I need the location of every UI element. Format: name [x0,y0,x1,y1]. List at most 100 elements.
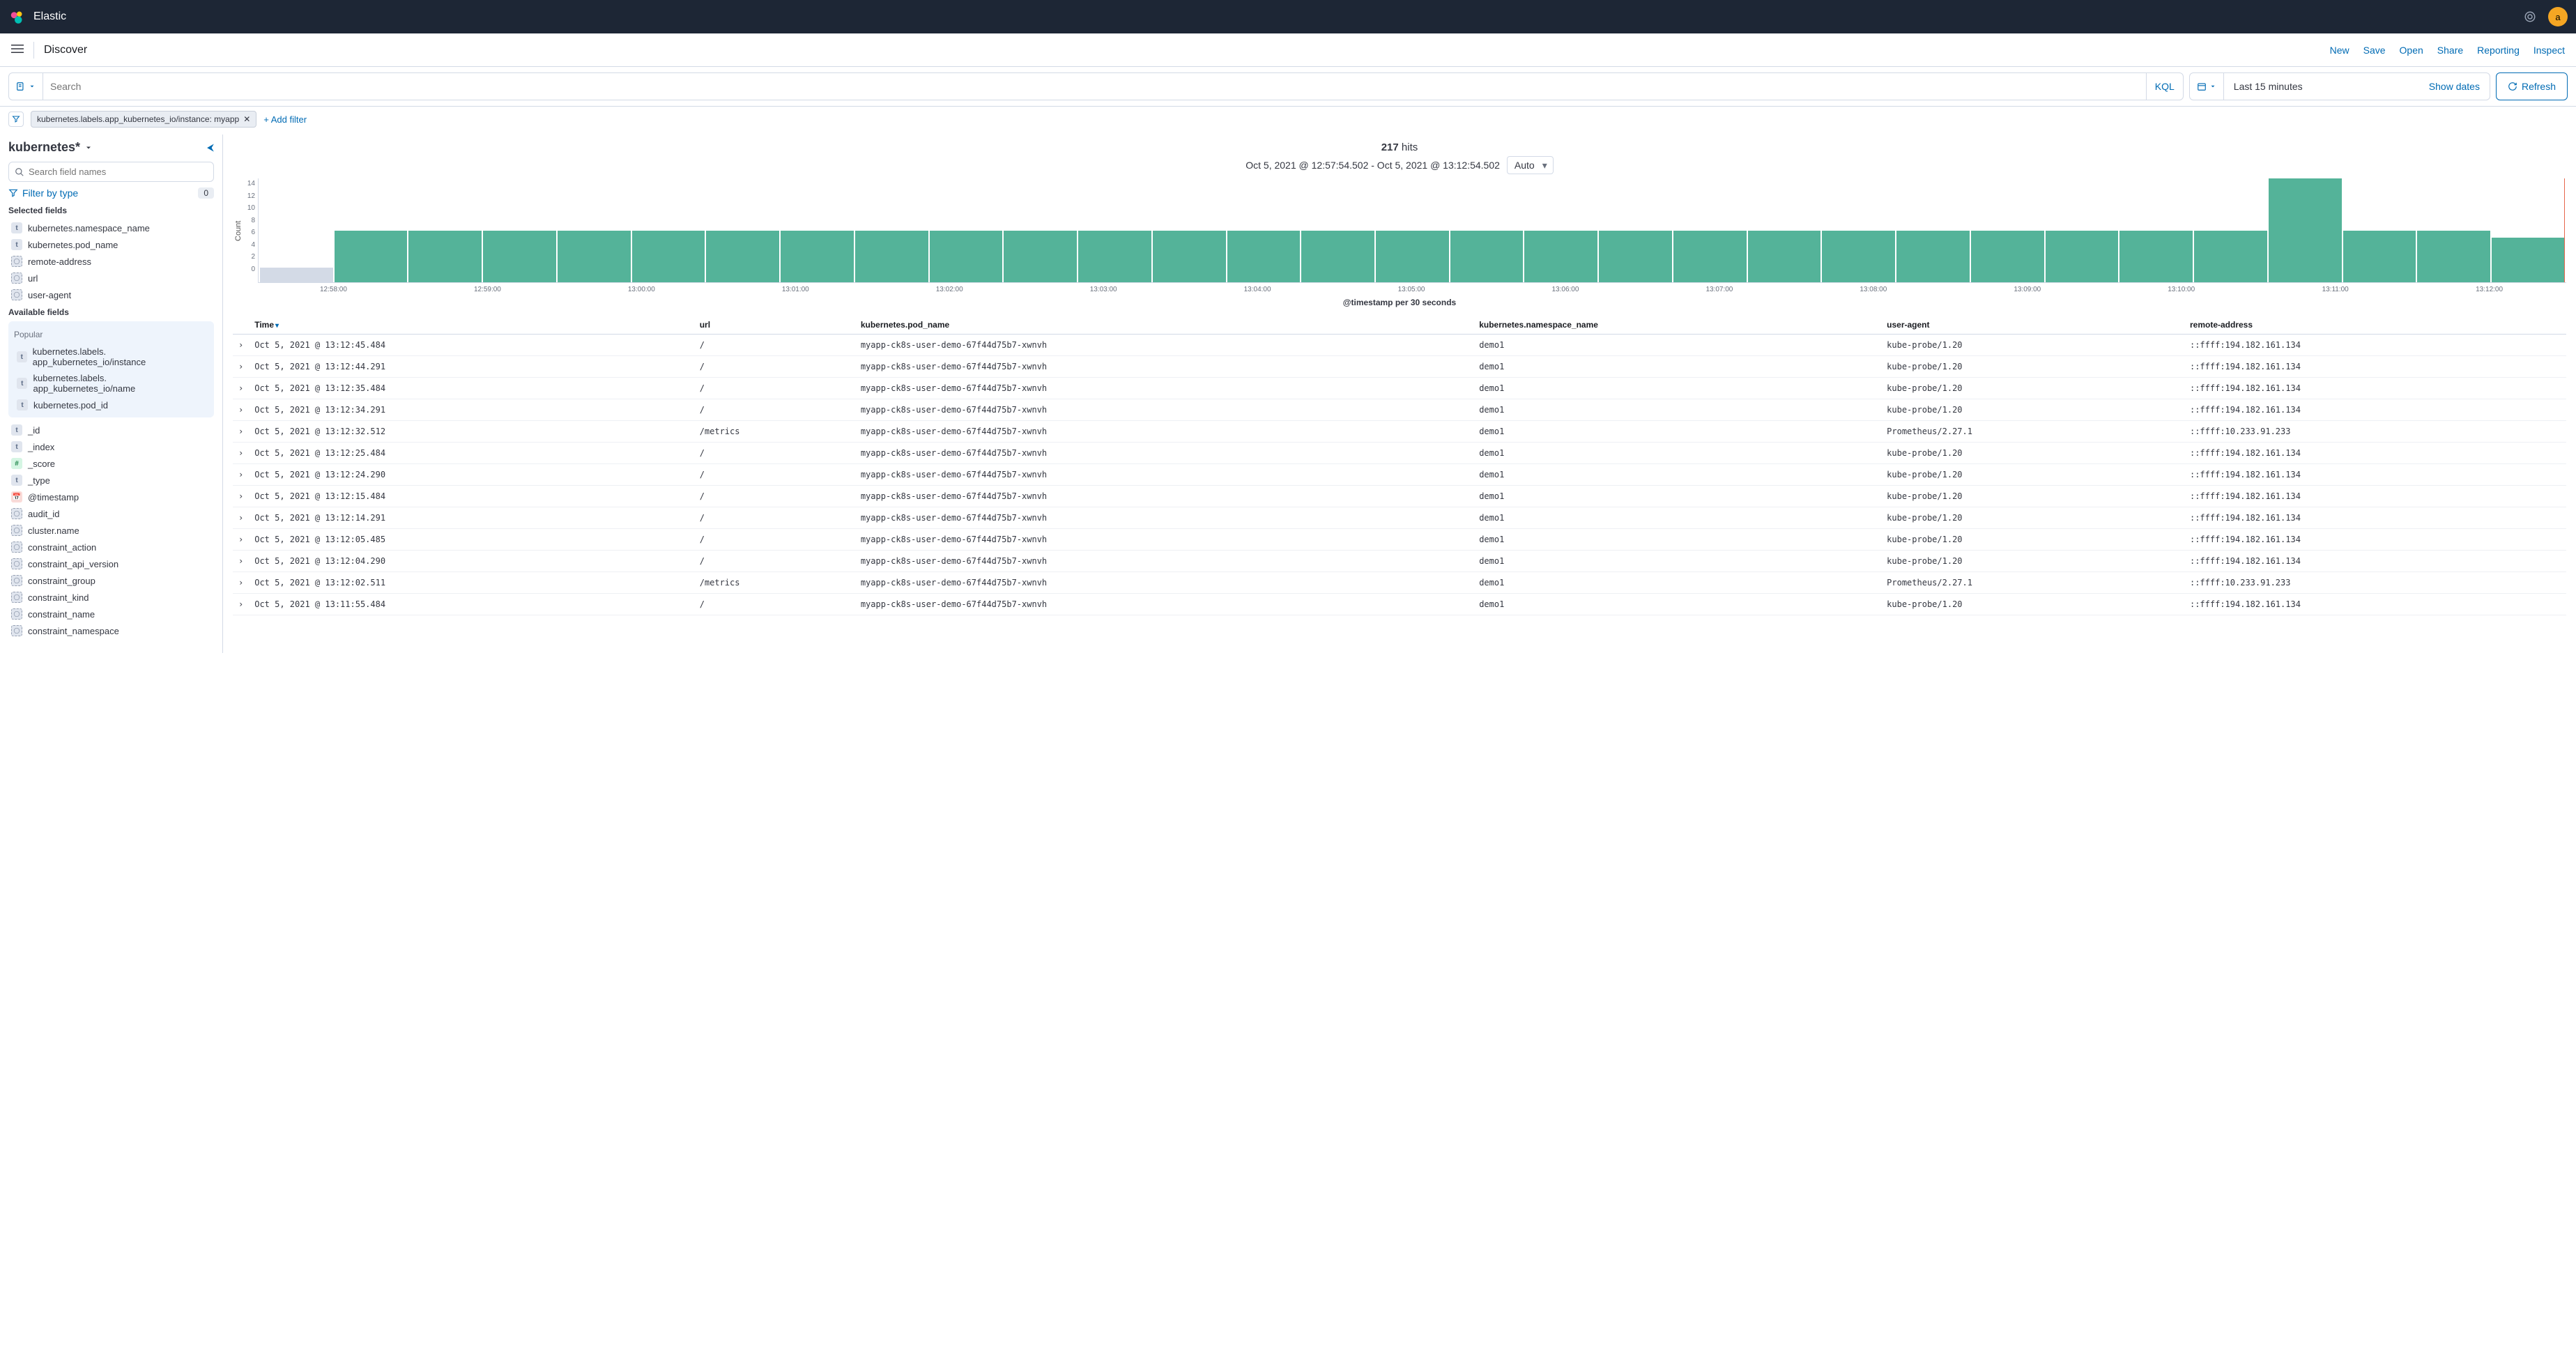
field-search-input[interactable] [29,167,208,177]
topnav-open[interactable]: Open [2400,45,2423,56]
histogram-bar[interactable] [558,231,631,283]
add-filter-button[interactable]: + Add filter [263,114,307,125]
expand-row-icon[interactable]: › [233,572,249,594]
help-icon[interactable] [2519,6,2541,28]
expand-row-icon[interactable]: › [233,399,249,421]
index-pattern-switcher[interactable]: kubernetes* [8,140,93,155]
table-row[interactable]: ›Oct 5, 2021 @ 13:12:24.290/myapp-ck8s-u… [233,464,2566,486]
interval-select[interactable]: Auto [1507,156,1554,174]
refresh-button[interactable]: Refresh [2496,72,2568,100]
date-range-label[interactable]: Last 15 minutes [2224,73,2419,100]
field-item[interactable]: constraint_api_version [8,555,214,572]
histogram-bar[interactable] [632,231,705,283]
histogram-chart[interactable]: Count 14121086420 [233,178,2566,283]
topnav-save[interactable]: Save [2363,45,2386,56]
date-quick-select-button[interactable] [2190,73,2224,100]
expand-row-icon[interactable]: › [233,486,249,507]
field-item[interactable]: audit_id [8,505,214,522]
histogram-bar[interactable] [2343,231,2416,283]
expand-row-icon[interactable]: › [233,464,249,486]
saved-query-button[interactable] [9,73,43,100]
histogram-bar[interactable] [1376,231,1449,283]
column-header[interactable]: kubernetes.pod_name [855,316,1473,335]
table-row[interactable]: ›Oct 5, 2021 @ 13:12:32.512/metricsmyapp… [233,421,2566,443]
field-item[interactable]: tkubernetes.pod_name [8,236,214,253]
field-item[interactable]: remote-address [8,253,214,270]
histogram-bar[interactable] [2269,178,2342,282]
column-header[interactable]: url [694,316,855,335]
histogram-bar[interactable] [930,231,1003,283]
column-header[interactable]: Time▾ [249,316,693,335]
histogram-bar[interactable] [408,231,482,283]
field-item[interactable]: #_score [8,455,214,472]
table-row[interactable]: ›Oct 5, 2021 @ 13:12:05.485/myapp-ck8s-u… [233,529,2566,551]
topnav-new[interactable]: New [2330,45,2349,56]
query-language-button[interactable]: KQL [2146,73,2183,100]
field-item[interactable]: 📅@timestamp [8,489,214,505]
histogram-bar[interactable] [1227,231,1301,283]
field-item[interactable]: t_id [8,422,214,438]
histogram-bar[interactable] [483,231,556,283]
field-item[interactable]: tkubernetes.labels. app_kubernetes_io/na… [14,370,208,397]
topnav-share[interactable]: Share [2437,45,2463,56]
filter-pill[interactable]: kubernetes.labels.app_kubernetes_io/inst… [31,111,256,128]
table-row[interactable]: ›Oct 5, 2021 @ 13:12:35.484/myapp-ck8s-u… [233,378,2566,399]
user-avatar[interactable]: a [2548,7,2568,26]
histogram-bar[interactable] [2417,231,2490,283]
change-all-filters-button[interactable] [8,112,24,127]
field-item[interactable]: url [8,270,214,286]
field-item[interactable]: t_index [8,438,214,455]
histogram-bar[interactable] [2194,231,2267,283]
expand-row-icon[interactable]: › [233,507,249,529]
table-row[interactable]: ›Oct 5, 2021 @ 13:12:14.291/myapp-ck8s-u… [233,507,2566,529]
field-item[interactable]: tkubernetes.labels. app_kubernetes_io/in… [14,344,208,370]
histogram-bar[interactable] [1078,231,1151,283]
filter-pill-remove-icon[interactable]: ✕ [243,114,250,124]
histogram-bar[interactable] [1896,231,1970,283]
column-header[interactable]: user-agent [1881,316,2184,335]
field-item[interactable]: cluster.name [8,522,214,539]
table-row[interactable]: ›Oct 5, 2021 @ 13:12:25.484/myapp-ck8s-u… [233,443,2566,464]
expand-row-icon[interactable]: › [233,443,249,464]
histogram-bar[interactable] [260,268,333,282]
field-item[interactable]: constraint_group [8,572,214,589]
histogram-bar[interactable] [1450,231,1524,283]
histogram-bar[interactable] [706,231,779,283]
topnav-inspect[interactable]: Inspect [2533,45,2565,56]
expand-row-icon[interactable]: › [233,356,249,378]
expand-row-icon[interactable]: › [233,378,249,399]
histogram-bar[interactable] [1301,231,1374,283]
column-header[interactable]: remote-address [2184,316,2566,335]
table-row[interactable]: ›Oct 5, 2021 @ 13:12:15.484/myapp-ck8s-u… [233,486,2566,507]
histogram-bar[interactable] [1524,231,1597,283]
column-header[interactable]: kubernetes.namespace_name [1473,316,1881,335]
histogram-bar[interactable] [781,231,854,283]
expand-row-icon[interactable]: › [233,421,249,443]
histogram-bar[interactable] [1822,231,1895,283]
nav-toggle-icon[interactable] [11,43,24,57]
histogram-bar[interactable] [2119,231,2193,283]
table-row[interactable]: ›Oct 5, 2021 @ 13:12:04.290/myapp-ck8s-u… [233,551,2566,572]
field-item[interactable]: constraint_action [8,539,214,555]
expand-row-icon[interactable]: › [233,551,249,572]
query-input[interactable] [43,73,2146,100]
histogram-bar[interactable] [1599,231,1672,283]
histogram-bar[interactable] [1971,231,2044,283]
field-item[interactable]: user-agent [8,286,214,303]
collapse-sidebar-icon[interactable]: ⮜ [207,141,214,153]
field-item[interactable]: constraint_kind [8,589,214,606]
expand-row-icon[interactable]: › [233,529,249,551]
histogram-bar[interactable] [2046,231,2119,283]
filter-by-type-button[interactable]: Filter by type [8,187,78,199]
field-item[interactable]: t_type [8,472,214,489]
histogram-bar[interactable] [335,231,408,283]
histogram-bar[interactable] [855,231,928,283]
show-dates-button[interactable]: Show dates [2419,73,2490,100]
field-search[interactable] [8,162,214,182]
field-item[interactable]: tkubernetes.pod_id [14,397,208,413]
table-row[interactable]: ›Oct 5, 2021 @ 13:12:34.291/myapp-ck8s-u… [233,399,2566,421]
histogram-bar[interactable] [1748,231,1821,283]
field-item[interactable]: constraint_name [8,606,214,622]
field-item[interactable]: tkubernetes.namespace_name [8,220,214,236]
table-row[interactable]: ›Oct 5, 2021 @ 13:12:02.511/metricsmyapp… [233,572,2566,594]
